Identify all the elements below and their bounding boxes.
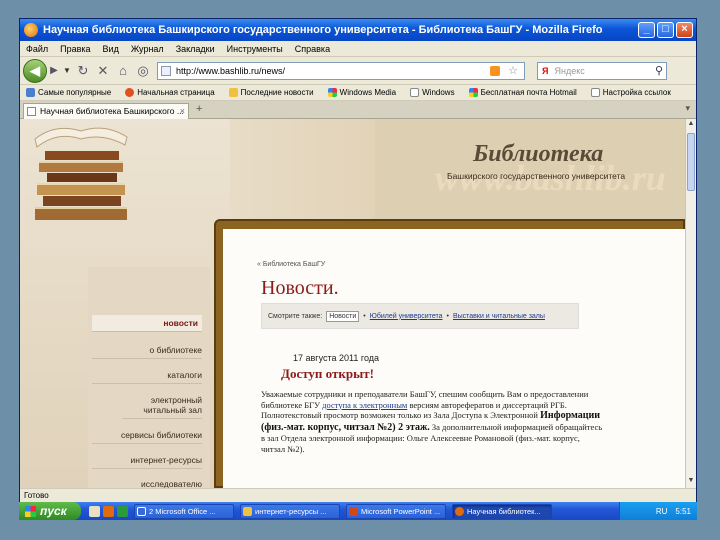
home-icon[interactable]: ⌂ bbox=[113, 61, 133, 81]
navigation-toolbar: ◀ ▶ ▼ ↻ ✕ ⌂ ◎ http://www.bashlib.ru/news… bbox=[20, 57, 696, 85]
filter-link-exhibitions[interactable]: Выставки и читальные залы bbox=[453, 313, 545, 320]
app-quicklaunch-icon[interactable] bbox=[117, 505, 128, 517]
menu-view[interactable]: Вид bbox=[103, 44, 119, 54]
menu-bar: Файл Правка Вид Журнал Закладки Инструме… bbox=[20, 41, 696, 57]
filter-link-jubilee[interactable]: Юбилей университета bbox=[370, 313, 443, 320]
nav-services[interactable]: сервисы библиотеки bbox=[92, 430, 202, 444]
page-icon bbox=[27, 107, 36, 116]
bookmark-page-icon[interactable]: ◎ bbox=[133, 61, 153, 81]
menu-bookmarks[interactable]: Закладки bbox=[176, 44, 215, 54]
show-desktop-icon[interactable] bbox=[89, 505, 100, 517]
nav-about[interactable]: о библиотеке bbox=[92, 345, 202, 359]
bookmark-item[interactable]: Windows bbox=[410, 88, 455, 97]
clock: 5:51 bbox=[675, 506, 691, 516]
back-button[interactable]: ◀ bbox=[23, 58, 47, 83]
menu-edit[interactable]: Правка bbox=[60, 44, 90, 54]
site-title: Библиотека bbox=[473, 141, 604, 167]
windows-flag-icon bbox=[25, 505, 36, 517]
breadcrumb[interactable]: « Библиотека БашГУ bbox=[257, 261, 325, 268]
nav-internet-resources[interactable]: интернет-ресурсы bbox=[92, 455, 202, 469]
stop-icon[interactable]: ✕ bbox=[93, 61, 113, 81]
rss-icon[interactable] bbox=[490, 65, 500, 76]
menu-help[interactable]: Справка bbox=[295, 44, 330, 54]
books-image bbox=[34, 127, 128, 220]
bookmark-item[interactable]: Бесплатная почта Hotmail bbox=[468, 88, 577, 97]
close-tab-icon[interactable]: × bbox=[180, 104, 185, 118]
search-input[interactable]: Я Яндекс ⚲ bbox=[537, 61, 667, 80]
scroll-up-icon[interactable]: ▲ bbox=[687, 120, 695, 130]
filter-bar: Смотрите также: Новости • Юбилей универс… bbox=[261, 303, 579, 329]
content-panel: « Библиотека БашГУ Новости. Смотрите так… bbox=[223, 229, 685, 488]
minimize-button[interactable]: _ bbox=[638, 22, 655, 38]
close-window-button[interactable]: × bbox=[676, 22, 693, 38]
header-band bbox=[230, 119, 375, 229]
vertical-scrollbar[interactable]: ▲ ▼ bbox=[685, 119, 696, 488]
star-icon[interactable]: ☆ bbox=[508, 63, 518, 79]
taskbar-button-word[interactable]: 2 Microsoft Office ... bbox=[134, 503, 234, 519]
category-select[interactable]: Новости bbox=[326, 310, 360, 322]
site-favicon-icon bbox=[161, 65, 171, 76]
search-placeholder: Яндекс bbox=[554, 65, 585, 76]
title-bar[interactable]: Научная библиотека Башкирского государст… bbox=[20, 19, 696, 41]
taskbar-button-folder[interactable]: интернет-ресурсы ... bbox=[240, 503, 340, 519]
menu-history[interactable]: Журнал bbox=[131, 44, 164, 54]
maximize-button[interactable]: □ bbox=[657, 22, 674, 38]
bookmark-item[interactable]: Начальная страница bbox=[125, 88, 215, 97]
taskbar-button-firefox[interactable]: Научная библиотек... bbox=[452, 503, 552, 519]
start-button[interactable]: пуск bbox=[19, 502, 81, 520]
scroll-down-icon[interactable]: ▼ bbox=[687, 477, 695, 487]
nav-e-reading-room[interactable]: электронный читальный зал bbox=[122, 395, 202, 419]
filter-label: Смотрите также: bbox=[268, 312, 323, 320]
new-tab-icon[interactable]: + bbox=[196, 103, 202, 115]
bookmark-item[interactable]: Windows Media bbox=[327, 88, 396, 97]
site-subtitle: Башкирского государственного университет… bbox=[447, 171, 626, 181]
bookmark-item[interactable]: Самые популярные bbox=[26, 88, 111, 97]
taskbar: пуск 2 Microsoft Office ... интернет-рес… bbox=[19, 502, 697, 520]
tab-bar: Научная библиотека Башкирского ... × + ▾ bbox=[20, 101, 696, 119]
forward-button[interactable]: ▶ bbox=[47, 61, 61, 81]
post-link-access[interactable]: доступа к электронным bbox=[322, 400, 407, 410]
firefox-icon bbox=[24, 23, 38, 37]
quick-launch bbox=[89, 505, 128, 517]
system-tray: RU 5:51 bbox=[619, 502, 697, 520]
search-icon[interactable]: ⚲ bbox=[655, 63, 663, 79]
site-header: www.bashlib.ru Библиотека Башкирского го… bbox=[375, 119, 685, 229]
address-bar[interactable]: http://www.bashlib.ru/news/ ☆ bbox=[157, 61, 525, 80]
window-title: Научная библиотека Башкирского государст… bbox=[43, 24, 603, 36]
tab-library[interactable]: Научная библиотека Башкирского ... × bbox=[23, 103, 189, 119]
tab-list-icon[interactable]: ▾ bbox=[685, 103, 690, 114]
post-title[interactable]: Доступ открыт! bbox=[281, 366, 374, 382]
yandex-icon[interactable]: Я bbox=[542, 63, 548, 79]
start-label: пуск bbox=[40, 504, 67, 518]
reload-icon[interactable]: ↻ bbox=[73, 61, 93, 81]
nav-news[interactable]: новости bbox=[92, 315, 202, 332]
scroll-thumb[interactable] bbox=[687, 133, 695, 191]
post-body: Уважаемые сотрудники и преподаватели Баш… bbox=[261, 389, 606, 454]
taskbar-button-powerpoint[interactable]: Microsoft PowerPoint ... bbox=[346, 503, 446, 519]
post-date: 17 августа 2011 года bbox=[293, 353, 380, 363]
menu-file[interactable]: Файл bbox=[26, 44, 48, 54]
nav-researcher[interactable]: исследователю bbox=[92, 479, 202, 488]
bookmark-item[interactable]: Настройка ссылок bbox=[590, 88, 671, 97]
browser-window: Научная библиотека Башкирского государст… bbox=[19, 18, 697, 520]
site-nav: новости о библиотеке каталоги электронны… bbox=[88, 267, 210, 488]
firefox-quicklaunch-icon[interactable] bbox=[103, 505, 114, 517]
history-dropdown-icon[interactable]: ▼ bbox=[61, 66, 73, 75]
language-indicator[interactable]: RU bbox=[656, 507, 668, 516]
url-text: http://www.bashlib.ru/news/ bbox=[176, 65, 286, 76]
status-bar: Готово bbox=[20, 488, 696, 502]
nav-catalogs[interactable]: каталоги bbox=[92, 370, 202, 384]
menu-tools[interactable]: Инструменты bbox=[227, 44, 283, 54]
page-viewport: www.bashlib.ru Библиотека Башкирского го… bbox=[20, 119, 685, 488]
bookmark-item[interactable]: Последние новости bbox=[228, 88, 314, 97]
tab-label: Научная библиотека Башкирского ... bbox=[40, 106, 184, 116]
bookmarks-toolbar: Самые популярные Начальная страница Посл… bbox=[20, 85, 696, 101]
page-title: Новости. bbox=[261, 277, 339, 299]
